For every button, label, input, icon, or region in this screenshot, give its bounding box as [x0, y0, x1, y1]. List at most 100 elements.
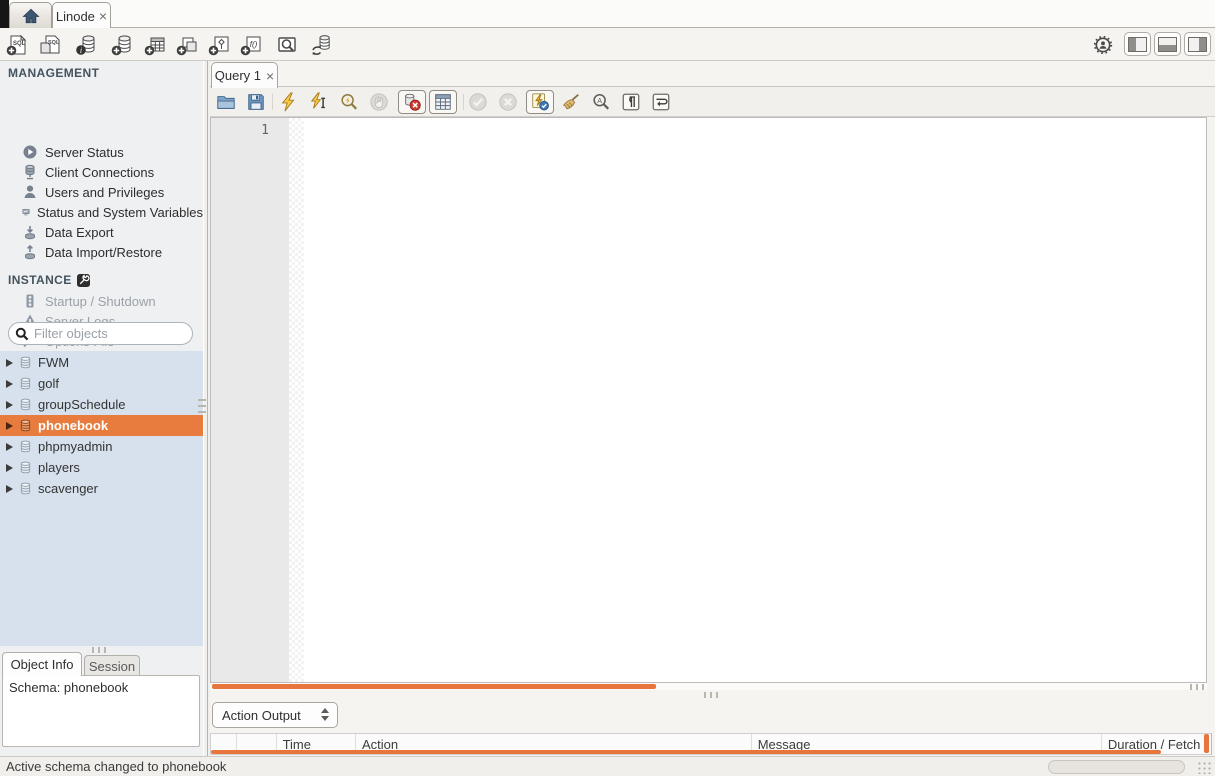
- output-type-select[interactable]: Action Output: [212, 702, 338, 728]
- sidebar-item-label: Status and System Variables: [37, 205, 203, 220]
- editor-horizontal-scrollbar[interactable]: [210, 683, 1207, 690]
- schema-icon: [19, 356, 32, 369]
- schema-icon: [19, 398, 32, 411]
- gear-user-icon: [1093, 35, 1113, 55]
- sidebar-item-data-import-restore[interactable]: Data Import/Restore: [0, 242, 203, 262]
- show-invisibles-button[interactable]: [619, 90, 643, 114]
- resize-grip[interactable]: [1197, 761, 1213, 774]
- create-schema-button[interactable]: [109, 32, 135, 58]
- schema-row-groupschedule[interactable]: groupSchedule: [0, 394, 203, 415]
- sidebar-splitter-grip[interactable]: [92, 647, 110, 653]
- scrollbar-thumb[interactable]: [212, 684, 656, 689]
- data-import-icon: [22, 244, 38, 260]
- splitter-grip[interactable]: [198, 399, 206, 417]
- stop-button[interactable]: [367, 90, 391, 114]
- schema-row-golf[interactable]: golf: [0, 373, 203, 394]
- expander-icon[interactable]: [6, 464, 13, 472]
- sql-editor-toolbar: A: [210, 87, 1215, 117]
- schema-row-players[interactable]: players: [0, 457, 203, 478]
- search-icon: [15, 327, 29, 341]
- sidebar-item-users-and-privileges[interactable]: Users and Privileges: [0, 182, 203, 202]
- toggle-autocommit-button[interactable]: [526, 90, 554, 114]
- schema-row-phonebook[interactable]: phonebook: [0, 415, 203, 436]
- output-vertical-scrollbar[interactable]: [1204, 734, 1209, 753]
- limit-rows-icon: [433, 92, 453, 112]
- limit-rows-button[interactable]: [429, 90, 457, 114]
- search-table-data-button[interactable]: [274, 32, 300, 58]
- toggle-wrap-button[interactable]: [649, 90, 673, 114]
- schema-name: golf: [38, 376, 59, 391]
- toggle-left-panel-button[interactable]: [1124, 32, 1151, 56]
- expander-icon[interactable]: [6, 401, 13, 409]
- users-icon: [22, 184, 38, 200]
- execute-current-button[interactable]: [307, 90, 331, 114]
- expander-icon[interactable]: [6, 380, 13, 388]
- toggle-bottom-panel-button[interactable]: [1154, 32, 1181, 56]
- expander-icon[interactable]: [6, 443, 13, 451]
- open-sql-script-button[interactable]: SQL: [37, 32, 63, 58]
- tab-object-info[interactable]: Object Info: [2, 652, 82, 676]
- expander-icon[interactable]: [6, 422, 13, 430]
- sidebar-item-label: Startup / Shutdown: [45, 294, 156, 309]
- schema-row-phpmyadmin[interactable]: phpmyadmin: [0, 436, 203, 457]
- find-button[interactable]: A: [589, 90, 613, 114]
- home-tab[interactable]: [9, 2, 52, 28]
- new-sql-tab-button[interactable]: SQL: [4, 32, 30, 58]
- create-view-button[interactable]: [174, 32, 200, 58]
- stop-hand-icon: [369, 92, 389, 112]
- sidebar-item-startup-shutdown[interactable]: Startup / Shutdown: [0, 291, 203, 311]
- create-table-button[interactable]: [142, 32, 168, 58]
- stop-on-error-icon: [402, 92, 422, 112]
- toggle-right-panel-button[interactable]: [1184, 32, 1211, 56]
- expander-icon[interactable]: [6, 359, 13, 367]
- inspect-database-button[interactable]: i: [73, 32, 99, 58]
- beautify-button[interactable]: [559, 90, 583, 114]
- create-stored-procedure-icon: [207, 33, 231, 57]
- commit-button[interactable]: [466, 90, 490, 114]
- reconnect-dbms-button[interactable]: [308, 32, 334, 58]
- expander-icon[interactable]: [6, 485, 13, 493]
- tab-session[interactable]: Session: [84, 655, 140, 676]
- spinner-arrows-icon[interactable]: [321, 708, 329, 721]
- sql-editor[interactable]: 1: [210, 117, 1207, 683]
- close-icon[interactable]: ×: [99, 11, 107, 21]
- create-function-button[interactable]: f(): [238, 32, 264, 58]
- create-stored-procedure-button[interactable]: [206, 32, 232, 58]
- schema-name: FWM: [38, 355, 69, 370]
- sidebar-item-label: Data Import/Restore: [45, 245, 162, 260]
- execute-button[interactable]: [277, 90, 301, 114]
- sidebar-item-client-connections[interactable]: Client Connections: [0, 162, 203, 182]
- schema-row-scavenger[interactable]: scavenger: [0, 478, 203, 499]
- sidebar-item-status-system-variables[interactable]: Status and System Variables: [0, 202, 203, 222]
- save-script-button[interactable]: [244, 90, 268, 114]
- rollback-button[interactable]: [496, 90, 520, 114]
- output-splitter-grip[interactable]: [704, 692, 722, 698]
- schema-name: players: [38, 460, 80, 475]
- create-view-icon: [175, 33, 199, 57]
- sidebar-item-data-export[interactable]: Data Export: [0, 222, 203, 242]
- open-script-button[interactable]: [214, 90, 238, 114]
- schema-name: phpmyadmin: [38, 439, 112, 454]
- search-table-data-icon: [275, 33, 299, 57]
- explain-button[interactable]: [337, 90, 361, 114]
- schema-filter[interactable]: [8, 322, 193, 345]
- toolbar-separator: [463, 94, 464, 110]
- management-header-label: MANAGEMENT: [8, 66, 99, 80]
- server-status-icon: [22, 144, 38, 160]
- connection-tab-label: Linode: [56, 9, 95, 24]
- create-function-icon: f(): [239, 33, 263, 57]
- connection-tab-linode[interactable]: Linode ×: [52, 2, 111, 29]
- editor-text-area[interactable]: [304, 118, 1206, 682]
- schema-icon: [19, 461, 32, 474]
- editor-corner-grip[interactable]: [1190, 684, 1208, 690]
- toggle-stop-on-error-button[interactable]: [398, 90, 426, 114]
- schema-filter-input[interactable]: [34, 326, 174, 341]
- home-icon: [21, 6, 41, 26]
- preferences-button[interactable]: [1090, 32, 1116, 58]
- close-icon[interactable]: ×: [266, 71, 274, 81]
- sidebar-splitter[interactable]: [203, 61, 210, 756]
- sidebar-item-server-status[interactable]: Server Status: [0, 142, 203, 162]
- tab-query-1[interactable]: Query 1 ×: [211, 62, 278, 88]
- schema-row-fwm[interactable]: FWM: [0, 352, 203, 373]
- output-horizontal-scrollbar[interactable]: [211, 750, 1161, 754]
